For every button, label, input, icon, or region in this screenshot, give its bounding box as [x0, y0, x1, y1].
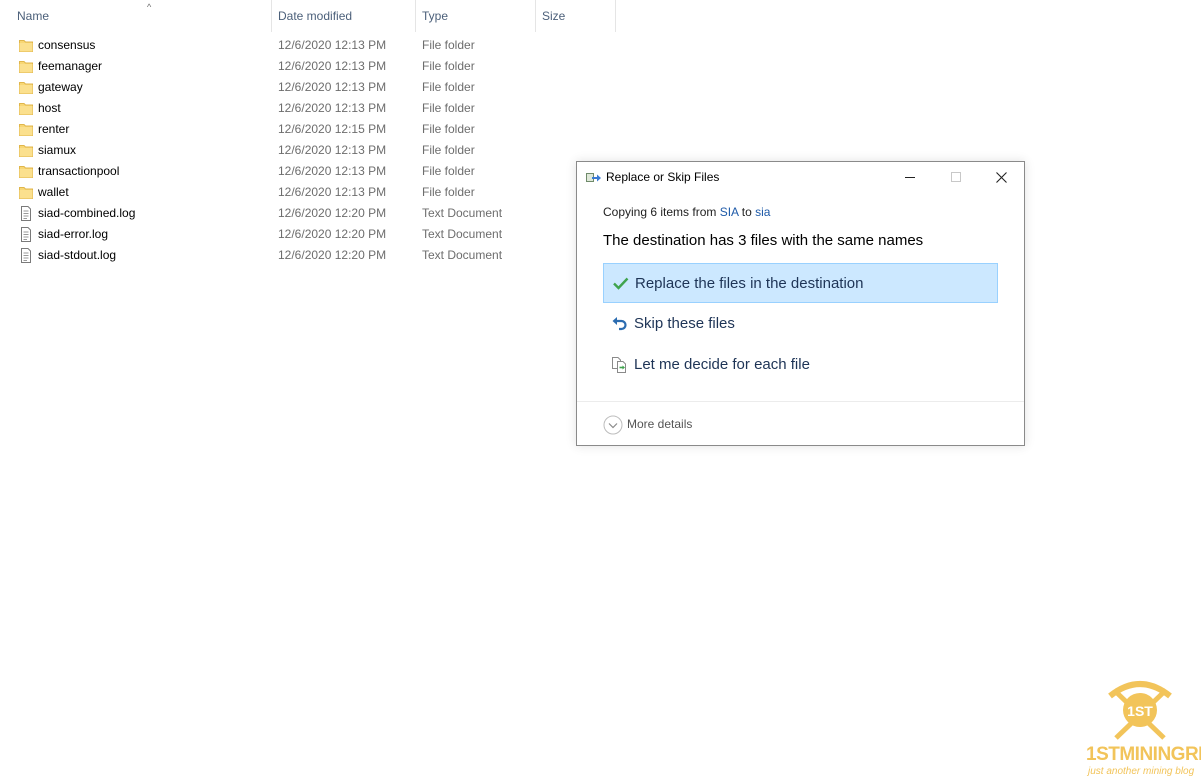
- watermark-brand-text: 1STMININGRIG: [1086, 744, 1201, 765]
- folder-icon: [19, 143, 33, 158]
- folder-icon: [19, 101, 33, 116]
- file-date: 12/6/2020 12:13 PM: [278, 101, 387, 115]
- column-header-row: Name ^ Date modified Type Size: [0, 0, 616, 32]
- sort-ascending-icon: ^: [147, 2, 152, 12]
- skip-files-option[interactable]: Skip these files: [603, 304, 998, 344]
- folder-icon: [19, 59, 33, 74]
- maximize-button: [933, 162, 979, 192]
- replace-files-option[interactable]: Replace the files in the destination: [603, 263, 998, 303]
- file-date: 12/6/2020 12:13 PM: [278, 38, 387, 52]
- conflict-message: The destination has 3 files with the sam…: [603, 232, 924, 249]
- more-details-label: More details: [627, 417, 693, 431]
- dialog-title: Replace or Skip Files: [606, 170, 720, 184]
- file-row[interactable]: feemanager 12/6/2020 12:13 PM File folde…: [0, 56, 616, 77]
- file-type: File folder: [422, 80, 475, 94]
- file-name: wallet: [38, 185, 69, 199]
- dialog-titlebar[interactable]: Replace or Skip Files: [577, 162, 1024, 192]
- watermark-logo: 1ST 1STMININGRIG just another mining blo…: [1084, 678, 1201, 778]
- folder-icon: [19, 185, 33, 200]
- file-type: File folder: [422, 38, 475, 52]
- column-header-name[interactable]: Name ^: [11, 0, 271, 32]
- pickaxe-logo-icon: 1ST: [1108, 681, 1172, 740]
- destination-folder-link[interactable]: sia: [755, 205, 770, 219]
- file-name: transactionpool: [38, 164, 120, 178]
- folder-icon: [19, 38, 33, 53]
- copy-prefix: Copying 6 items from: [603, 205, 720, 219]
- file-row[interactable]: transactionpool 12/6/2020 12:13 PM File …: [0, 161, 616, 182]
- minimize-button[interactable]: [887, 162, 933, 192]
- text-document-icon: [19, 227, 33, 242]
- file-type: Text Document: [422, 248, 503, 262]
- file-date: 12/6/2020 12:20 PM: [278, 248, 387, 262]
- checkmark-icon: [612, 275, 630, 293]
- file-name: siad-combined.log: [38, 206, 136, 220]
- watermark-brand: 1STMININGRIG: [1086, 744, 1201, 766]
- file-name: siamux: [38, 143, 77, 157]
- divider: [577, 401, 1024, 402]
- file-date: 12/6/2020 12:20 PM: [278, 206, 387, 220]
- column-header-date[interactable]: Date modified: [271, 0, 415, 32]
- replace-or-skip-dialog: Replace or Skip Files Copying 6 items fr…: [576, 161, 1025, 446]
- file-date: 12/6/2020 12:13 PM: [278, 185, 387, 199]
- file-row[interactable]: siad-combined.log 12/6/2020 12:20 PM Tex…: [0, 203, 616, 224]
- column-header-size[interactable]: Size: [535, 0, 616, 32]
- folder-icon: [19, 164, 33, 179]
- file-type: File folder: [422, 59, 475, 73]
- file-date: 12/6/2020 12:13 PM: [278, 59, 387, 73]
- column-header-name-label: Name: [17, 9, 50, 23]
- copy-summary: Copying 6 items from SIA to sia: [603, 205, 770, 219]
- file-row[interactable]: host 12/6/2020 12:13 PM File folder: [0, 98, 616, 119]
- skip-undo-icon: [611, 315, 629, 333]
- copy-files-icon: [586, 171, 602, 189]
- file-name: siad-error.log: [38, 227, 109, 241]
- file-row[interactable]: renter 12/6/2020 12:15 PM File folder: [0, 119, 616, 140]
- skip-files-label: Skip these files: [634, 315, 735, 332]
- file-list: consensus 12/6/2020 12:13 PM File folder…: [0, 35, 616, 266]
- file-type: Text Document: [422, 206, 503, 220]
- logo-mark-text: 1ST: [1127, 703, 1153, 719]
- file-row[interactable]: wallet 12/6/2020 12:13 PM File folder: [0, 182, 616, 203]
- chevron-down-icon: [603, 415, 623, 440]
- file-type: File folder: [422, 143, 475, 157]
- text-document-icon: [19, 206, 33, 221]
- file-name: consensus: [38, 38, 96, 52]
- file-row[interactable]: gateway 12/6/2020 12:13 PM File folder: [0, 77, 616, 98]
- file-row[interactable]: siamux 12/6/2020 12:13 PM File folder: [0, 140, 616, 161]
- copy-mid: to: [738, 205, 756, 219]
- file-name: siad-stdout.log: [38, 248, 117, 262]
- text-document-icon: [19, 248, 33, 263]
- file-row[interactable]: siad-error.log 12/6/2020 12:20 PM Text D…: [0, 224, 616, 245]
- file-name: renter: [38, 122, 70, 136]
- folder-icon: [19, 80, 33, 95]
- file-type: File folder: [422, 122, 475, 136]
- file-name: host: [38, 101, 61, 115]
- folder-icon: [19, 122, 33, 137]
- decide-each-file-option[interactable]: Let me decide for each file: [603, 345, 998, 385]
- file-date: 12/6/2020 12:13 PM: [278, 80, 387, 94]
- source-folder-link[interactable]: SIA: [720, 205, 739, 219]
- file-date: 12/6/2020 12:15 PM: [278, 122, 387, 136]
- compare-files-icon: [611, 356, 629, 374]
- file-name: gateway: [38, 80, 83, 94]
- file-date: 12/6/2020 12:13 PM: [278, 143, 387, 157]
- file-date: 12/6/2020 12:13 PM: [278, 164, 387, 178]
- close-button[interactable]: [978, 162, 1024, 192]
- watermark-tagline: just another mining blog: [1088, 766, 1195, 777]
- file-type: File folder: [422, 185, 475, 199]
- file-type: Text Document: [422, 227, 503, 241]
- replace-files-label: Replace the files in the destination: [635, 275, 864, 292]
- decide-each-file-label: Let me decide for each file: [634, 356, 810, 373]
- file-date: 12/6/2020 12:20 PM: [278, 227, 387, 241]
- file-name: feemanager: [38, 59, 103, 73]
- close-icon: [995, 171, 1007, 183]
- file-row[interactable]: siad-stdout.log 12/6/2020 12:20 PM Text …: [0, 245, 616, 266]
- file-type: File folder: [422, 164, 475, 178]
- file-row[interactable]: consensus 12/6/2020 12:13 PM File folder: [0, 35, 616, 56]
- file-type: File folder: [422, 101, 475, 115]
- column-header-type[interactable]: Type: [415, 0, 535, 32]
